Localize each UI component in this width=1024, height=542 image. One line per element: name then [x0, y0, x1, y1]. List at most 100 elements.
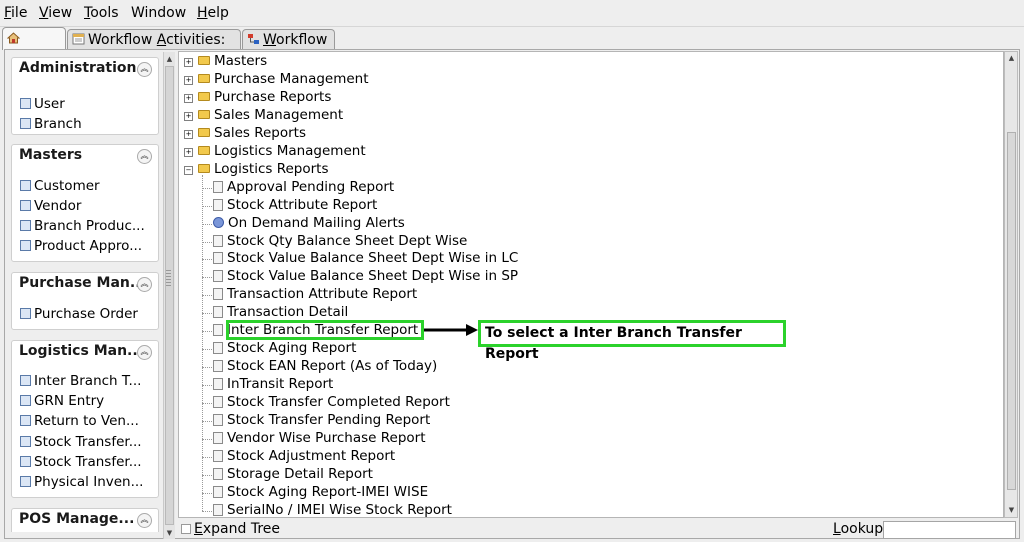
form-icon [20, 308, 31, 319]
tree-label: Sales Management [214, 106, 344, 123]
tree-report-stock-transfer-pending-report[interactable]: Stock Transfer Pending Report [213, 412, 430, 429]
sidebar-item-stock-transfer-2[interactable]: Stock Transfer... [20, 454, 142, 470]
tree-report-transaction-attribute-report[interactable]: Transaction Attribute Report [213, 286, 417, 303]
tree-label: InTransit Report [227, 376, 334, 393]
sidebar-section-administration: Administration ︽ User Branch [11, 57, 159, 135]
expand-tree-label[interactable]: Expand Tree [194, 521, 280, 537]
collapse-node-icon[interactable]: − [184, 165, 193, 175]
form-icon [20, 415, 31, 426]
tree-label: Logistics Reports [214, 160, 329, 177]
expand-node-icon[interactable]: + [184, 129, 193, 139]
sidebar-item-physical-inventory[interactable]: Physical Inven... [20, 474, 143, 490]
sidebar-item-user[interactable]: User [20, 96, 65, 112]
tree-label: Stock Aging Report-IMEI WISE [227, 483, 429, 500]
tree-folder-masters[interactable]: + Masters [184, 53, 267, 70]
tree-folder-sales-management[interactable]: + Sales Management [184, 106, 344, 124]
expand-node-icon[interactable]: + [184, 75, 193, 85]
lookup-input[interactable] [883, 521, 1016, 539]
sidebar-item-vendor[interactable]: Vendor [20, 198, 81, 214]
sidebar-item-purchase-order[interactable]: Purchase Order [20, 306, 138, 322]
sidebar-item-branch-product[interactable]: Branch Produc... [20, 218, 145, 234]
tree-report-stock-value-balance-sheet-dept-wise-in-sp[interactable]: Stock Value Balance Sheet Dept Wise in S… [213, 268, 518, 285]
collapse-icon[interactable]: ︽ [137, 513, 152, 528]
tree-report-stock-ean-report-as-of-today[interactable]: Stock EAN Report (As of Today) [213, 358, 437, 375]
menu-file[interactable]: File [4, 5, 27, 21]
tree-label: Stock Value Balance Sheet Dept Wise in L… [227, 250, 519, 267]
tree-scrollbar[interactable]: ▲ ▼ [1004, 51, 1018, 518]
tree-label: Stock Transfer Pending Report [227, 412, 431, 428]
sidebar-section-logistics: Logistics Man... ︽ Inter Branch T... GRN… [11, 340, 159, 498]
sidebar-item-grn-entry[interactable]: GRN Entry [20, 393, 104, 409]
expand-node-icon[interactable]: + [184, 111, 193, 121]
tree-folder-purchase-management[interactable]: + Purchase Management [184, 71, 369, 88]
tree-label: Sales Reports [214, 124, 307, 141]
tree-connector [202, 174, 203, 511]
tree-folder-logistics-management[interactable]: + Logistics Management [184, 143, 366, 160]
tree-report-approval-pending-report[interactable]: Approval Pending Report [213, 179, 394, 196]
sidebar-item-customer[interactable]: Customer [20, 178, 100, 194]
collapse-icon[interactable]: ︽ [137, 149, 152, 164]
sidebar-item-product-approval[interactable]: Product Appro... [20, 238, 142, 254]
tree-report-serialno-imei-wise-stock-report[interactable]: SerialNo / IMEI Wise Stock Report [213, 502, 452, 517]
tree-connector [202, 438, 212, 440]
tree-connector [202, 187, 212, 189]
section-title: Purchase Man... [19, 275, 146, 291]
scroll-down-icon[interactable]: ▼ [1006, 504, 1017, 516]
scroll-thumb[interactable] [165, 66, 174, 525]
expand-node-icon[interactable]: + [184, 93, 193, 103]
menu-view[interactable]: View [39, 5, 72, 21]
folder-icon [198, 56, 210, 65]
tree-report-stock-aging-report-imei-wise[interactable]: Stock Aging Report-IMEI WISE [213, 484, 428, 501]
bottom-bar: Expand Tree Lookup [178, 520, 1020, 540]
collapse-icon[interactable]: ︽ [137, 62, 152, 77]
expand-tree-checkbox[interactable] [181, 524, 191, 534]
tree-report-stock-value-balance-sheet-dept-wise-in-lc[interactable]: Stock Value Balance Sheet Dept Wise in L… [213, 250, 518, 267]
sidebar-item-return-to-vendor[interactable]: Return to Ven... [20, 413, 139, 429]
tree-folder-purchase-reports[interactable]: + Purchase Reports [184, 88, 332, 106]
menu-window[interactable]: Window [131, 5, 186, 21]
tab-workflow-activities[interactable]: Workflow Activities: 0 [67, 29, 241, 68]
form-icon [20, 118, 31, 129]
scroll-thumb[interactable] [1007, 132, 1016, 490]
calendar-icon [72, 31, 85, 45]
tree-report-stock-transfer-completed-report[interactable]: Stock Transfer Completed Report [213, 394, 450, 411]
tree-report-stock-qty-balance-sheet-dept-wise[interactable]: Stock Qty Balance Sheet Dept Wise [213, 233, 467, 250]
sidebar-item-branch[interactable]: Branch [20, 116, 82, 132]
tree-report-on-demand-mailing-alerts[interactable]: On Demand Mailing Alerts [213, 215, 405, 232]
workflow-icon [247, 31, 260, 44]
tree-folder-sales-reports[interactable]: + Sales Reports [184, 124, 307, 142]
tree-report-transaction-detail[interactable]: Transaction Detail [213, 304, 348, 321]
tree-label: On Demand Mailing Alerts [228, 214, 405, 231]
tree-folder-logistics-reports[interactable]: − Logistics Reports [184, 160, 329, 178]
sidebar-item-stock-transfer-1[interactable]: Stock Transfer... [20, 434, 142, 450]
scroll-up-icon[interactable]: ▲ [1006, 52, 1017, 64]
expand-node-icon[interactable]: + [184, 147, 193, 157]
sidebar-item-inter-branch[interactable]: Inter Branch T... [20, 373, 141, 389]
annotation-callout: To select a Inter Branch Transfer Report [478, 320, 786, 362]
scroll-up-icon[interactable]: ▲ [164, 53, 175, 65]
tree-report-vendor-wise-purchase-report[interactable]: Vendor Wise Purchase Report [213, 430, 426, 447]
sidebar-scrollbar[interactable]: ▲ ▼ [163, 52, 175, 539]
menu-help[interactable]: Help [197, 5, 229, 21]
tree-report-stock-adjustment-report[interactable]: Stock Adjustment Report [213, 448, 395, 465]
tab-menu[interactable]: Menu [2, 27, 66, 69]
menu-tools[interactable]: Tools [84, 5, 119, 21]
tree-report-storage-detail-report[interactable]: Storage Detail Report [213, 466, 373, 483]
collapse-icon[interactable]: ︽ [137, 277, 152, 292]
tree-label: Stock EAN Report (As of Today) [227, 358, 438, 375]
collapse-icon[interactable]: ︽ [137, 345, 152, 360]
tree-report-stock-attribute-report[interactable]: Stock Attribute Report [213, 197, 377, 214]
scroll-down-icon[interactable]: ▼ [164, 527, 175, 539]
tree-connector [202, 223, 212, 225]
splitter-handle[interactable] [166, 270, 171, 286]
sidebar-section-pos: POS Manage... ︽ [11, 508, 159, 532]
tree-report-stock-aging-report[interactable]: Stock Aging Report [213, 340, 356, 357]
report-icon [213, 360, 223, 373]
report-icon [213, 378, 223, 391]
tree-connector [202, 367, 212, 369]
tree-report-intransit-report[interactable]: InTransit Report [213, 376, 333, 393]
tree-label: Purchase Reports [214, 88, 332, 105]
expand-node-icon[interactable]: + [184, 58, 193, 67]
tab-workflow[interactable]: Workflow [242, 29, 335, 49]
tree-label: Stock Aging Report [227, 340, 357, 357]
